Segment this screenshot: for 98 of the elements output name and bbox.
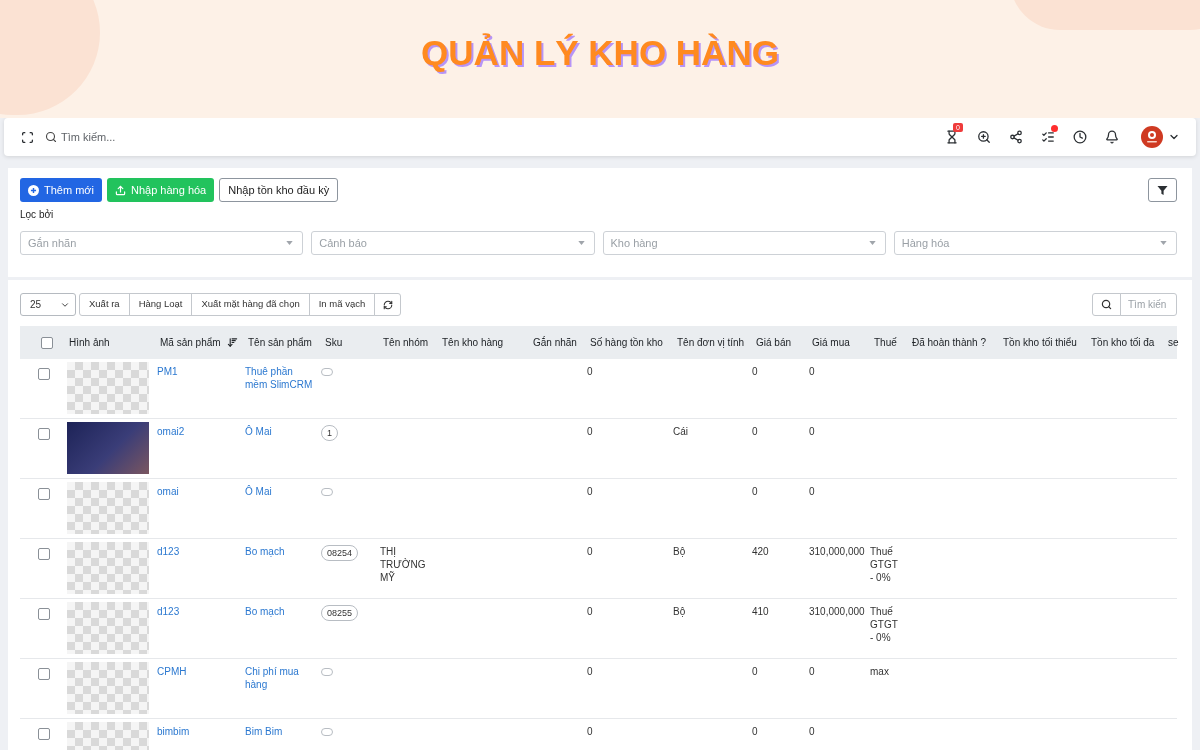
table-cell: 0 xyxy=(752,365,758,378)
product-code-link[interactable]: bimbim xyxy=(157,725,190,738)
checkbox[interactable] xyxy=(38,728,50,740)
bell-icon[interactable] xyxy=(1105,130,1119,144)
toolbar-button[interactable]: Xuất mặt hàng đã chọn xyxy=(191,293,310,316)
table-cell: Bộ xyxy=(673,545,686,558)
toolbar-button[interactable]: Hàng Loạt xyxy=(128,293,193,316)
column-header[interactable]: Tên đơn vị tính xyxy=(677,335,745,350)
product-code-link[interactable]: d123 xyxy=(157,605,180,618)
search-button[interactable] xyxy=(1092,293,1121,316)
product-name-link[interactable]: Ô Mai xyxy=(245,485,272,498)
toolbar-button[interactable]: In mã vạch xyxy=(308,293,376,316)
table-cell-text: THỊ TRƯỜNG MỸ xyxy=(380,545,427,584)
product-name-link[interactable]: Bim Bim xyxy=(245,725,283,738)
column-header[interactable]: Tồn kho tối thiểu xyxy=(1003,335,1077,350)
filter-button[interactable] xyxy=(1148,178,1177,202)
table-cell: 0 xyxy=(587,665,593,678)
checkbox[interactable] xyxy=(38,488,50,500)
product-name-link[interactable]: Ô Mai xyxy=(245,425,272,438)
column-header[interactable]: Mã sản phẩm xyxy=(160,335,221,350)
table-cell: 0 xyxy=(752,665,758,678)
share-icon[interactable] xyxy=(1009,130,1023,144)
table-cell-text: Thuế GTGT - 0% xyxy=(870,545,899,584)
search-input[interactable]: Tìm kiếm... xyxy=(61,128,241,146)
toolbar-button[interactable]: Xuất ra xyxy=(79,293,130,316)
product-code-link[interactable]: omai2 xyxy=(157,425,185,438)
table-cell: 0 xyxy=(809,665,815,678)
clock-icon[interactable] xyxy=(1073,130,1087,144)
table-cell: 0 xyxy=(587,605,593,618)
column-header[interactable]: Tên kho hàng xyxy=(442,335,504,350)
refresh-button[interactable] xyxy=(374,293,402,316)
table-cell: Cái xyxy=(673,425,688,438)
product-code-link[interactable]: omai xyxy=(157,485,179,498)
table-cell-text: Thuế GTGT - 0% xyxy=(870,605,899,644)
product-code-link[interactable]: d123 xyxy=(157,545,180,558)
table-cell: 310,000,000 xyxy=(809,605,865,618)
checkbox[interactable] xyxy=(38,368,50,380)
product-name-link[interactable]: Thuê phần mềm SlimCRM xyxy=(245,365,314,391)
column-header[interactable]: Hình ảnh xyxy=(69,335,110,350)
column-header[interactable]: Tồn kho tối đa xyxy=(1091,335,1155,350)
table-cell: 0 xyxy=(587,545,593,558)
product-code-link[interactable]: PM1 xyxy=(157,365,178,378)
filter-icon xyxy=(1157,184,1168,196)
filter-label: Lọc bởi xyxy=(20,209,54,221)
table-cell: 310,000,000 xyxy=(809,545,865,558)
column-header[interactable]: Thuế xyxy=(874,335,897,350)
action-button[interactable]: Thêm mới xyxy=(20,178,102,202)
column-header[interactable]: Tên nhóm xyxy=(383,335,429,350)
avatar-icon[interactable] xyxy=(1141,126,1163,148)
caret-icon xyxy=(868,241,876,245)
column-header[interactable]: se xyxy=(1168,335,1179,350)
search-icon xyxy=(45,131,57,143)
fullscreen-icon[interactable] xyxy=(21,130,34,144)
table-cell: 0 xyxy=(752,425,758,438)
column-header[interactable]: Tên sản phẩm xyxy=(248,335,312,350)
table-cell: 420 xyxy=(752,545,769,558)
checkbox[interactable] xyxy=(38,668,50,680)
caret-icon xyxy=(1160,241,1167,245)
product-name-link[interactable]: Chi phí mua hàng xyxy=(245,665,314,691)
column-header[interactable]: Số hàng tồn kho xyxy=(590,335,663,350)
product-code-link[interactable]: CPMH xyxy=(157,665,187,678)
table-cell: 0 xyxy=(587,485,593,498)
column-header[interactable]: Giá mua xyxy=(812,335,850,350)
table-cell: 0 xyxy=(809,365,815,378)
checkbox[interactable] xyxy=(38,428,50,440)
caret-icon xyxy=(286,241,294,245)
column-header[interactable]: Gắn nhãn xyxy=(533,335,577,350)
table-cell: 0 xyxy=(809,725,815,738)
checkbox[interactable] xyxy=(38,608,50,620)
plus-circle-icon xyxy=(28,184,39,196)
product-name-link[interactable]: Bo mạch xyxy=(245,605,285,618)
table-search-input[interactable]: Tìm kiến xyxy=(1120,293,1177,316)
checkbox[interactable] xyxy=(38,548,50,560)
column-header[interactable]: Giá bán xyxy=(756,335,792,350)
column-header[interactable]: Đã hoàn thành ? xyxy=(912,335,986,350)
table-cell: 0 xyxy=(587,365,593,378)
table-cell: 0 xyxy=(752,725,758,738)
task-list-icon[interactable] xyxy=(1041,130,1055,144)
column-header[interactable]: Sku xyxy=(325,335,343,350)
table-cell: 0 xyxy=(587,725,593,738)
upload-icon xyxy=(115,184,126,196)
search-icon xyxy=(1101,299,1112,310)
product-name-link[interactable]: Bo mạch xyxy=(245,545,285,558)
page-size-select[interactable]: 25 xyxy=(20,293,76,316)
table-cell: 0 xyxy=(587,425,593,438)
action-button[interactable]: Nhập tồn kho đầu kỳ xyxy=(219,178,339,202)
table-cell: Bộ xyxy=(673,605,686,618)
zoom-in-icon[interactable] xyxy=(977,130,991,144)
sort-icon[interactable] xyxy=(226,337,238,348)
table-cell: max xyxy=(870,665,889,678)
checkbox[interactable] xyxy=(41,336,53,349)
table-cell: 410 xyxy=(752,605,769,618)
caret-icon xyxy=(577,241,585,245)
table-cell: 0 xyxy=(809,485,815,498)
table-cell: 0 xyxy=(752,485,758,498)
refresh-icon xyxy=(382,299,393,310)
table-cell: 0 xyxy=(809,425,815,438)
page-title: QUẢN LÝ KHO HÀNG xyxy=(421,33,779,73)
